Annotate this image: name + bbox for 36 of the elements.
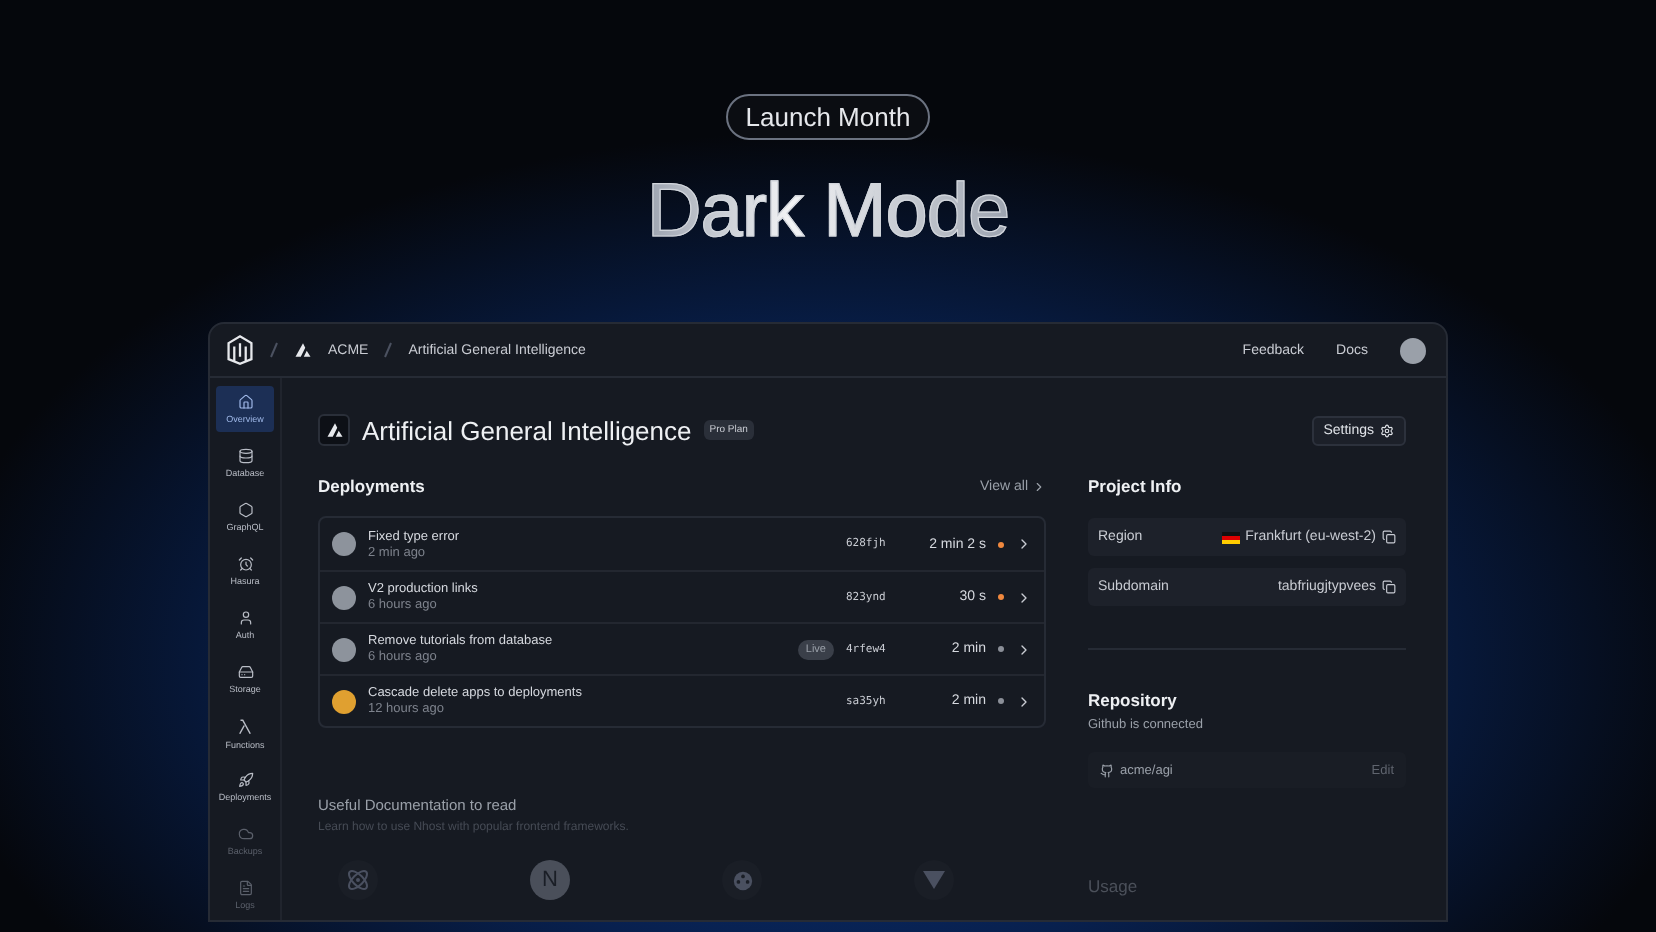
home-icon	[237, 394, 253, 410]
slash-separator-icon	[270, 342, 278, 358]
project-title: Artificial General Intelligence	[362, 415, 692, 445]
section-title: Project Info	[1088, 476, 1182, 496]
section-title: Deployments	[318, 476, 425, 496]
section-title: Usage	[1088, 876, 1140, 896]
chevron-icon	[1032, 479, 1046, 493]
lambda-icon	[236, 717, 254, 735]
user-icon	[237, 610, 253, 626]
section-title: Repository	[1088, 690, 1179, 710]
chevron-icon	[1016, 693, 1032, 709]
rocket-icon	[237, 772, 253, 788]
avatar	[332, 637, 356, 661]
avatar	[332, 585, 356, 609]
logo-icon	[325, 422, 343, 438]
copy-icon[interactable]	[1382, 580, 1396, 594]
slash-separator-icon	[384, 342, 393, 358]
app-logo-icon[interactable]	[226, 334, 254, 366]
chevron-icon	[1016, 589, 1032, 605]
hexagon-icon	[237, 502, 253, 518]
github-icon	[1100, 763, 1114, 777]
logo-icon	[294, 342, 312, 358]
avatar	[332, 689, 356, 713]
hard-drive-icon	[237, 664, 253, 680]
copy-icon[interactable]	[1382, 530, 1396, 544]
cloud-icon	[237, 826, 253, 842]
alarm-clock-icon	[237, 556, 253, 572]
flag-icon	[1221, 531, 1240, 543]
document-icon	[237, 880, 253, 896]
chevron-icon	[1016, 641, 1032, 657]
database-icon	[237, 448, 253, 464]
launch-badge: Launch Month	[725, 94, 931, 140]
user-avatar[interactable]	[1400, 337, 1426, 363]
avatar	[332, 532, 356, 556]
chevron-icon	[1016, 536, 1032, 552]
settings-icon	[1380, 423, 1394, 437]
